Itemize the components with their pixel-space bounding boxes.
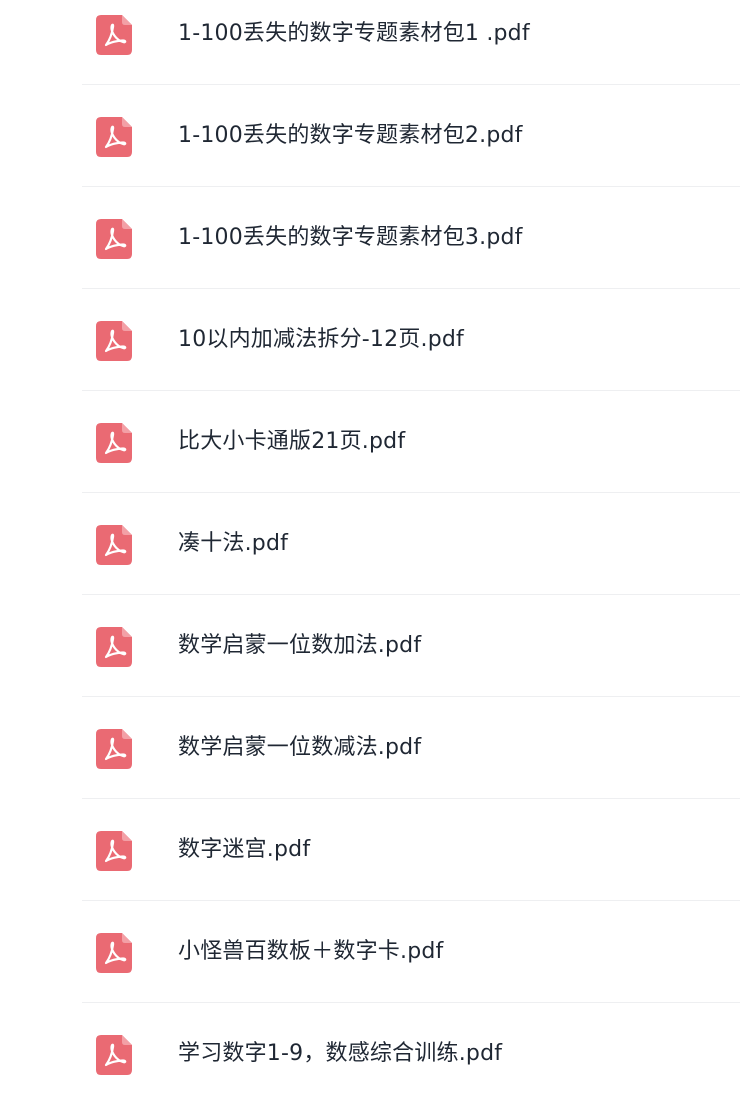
file-list: 1-100丢失的数字专题素材包1 .pdf 1-100丢失的数字专题素材包2.p… [0, 0, 740, 1105]
pdf-icon [96, 321, 132, 361]
file-name: 1-100丢失的数字专题素材包3.pdf [178, 225, 523, 250]
list-item[interactable]: 数学启蒙一位数加法.pdf [0, 595, 740, 697]
list-item[interactable]: 数学启蒙一位数减法.pdf [0, 697, 740, 799]
file-name: 10以内加减法拆分-12页.pdf [178, 327, 464, 352]
pdf-icon [96, 15, 132, 55]
pdf-icon [96, 117, 132, 157]
pdf-icon [96, 831, 132, 871]
pdf-icon [96, 1035, 132, 1075]
file-name: 1-100丢失的数字专题素材包2.pdf [178, 123, 523, 148]
file-name: 比大小卡通版21页.pdf [178, 429, 406, 454]
list-item[interactable]: 凑十法.pdf [0, 493, 740, 595]
file-name: 数字迷宫.pdf [178, 837, 311, 862]
list-item[interactable]: 10以内加减法拆分-12页.pdf [0, 289, 740, 391]
list-item[interactable]: 比大小卡通版21页.pdf [0, 391, 740, 493]
list-item[interactable]: 小怪兽百数板＋数字卡.pdf [0, 901, 740, 1003]
list-item[interactable]: 1-100丢失的数字专题素材包2.pdf [0, 85, 740, 187]
pdf-icon [96, 627, 132, 667]
pdf-icon [96, 933, 132, 973]
list-item[interactable]: 1-100丢失的数字专题素材包1 .pdf [0, 0, 740, 85]
file-name: 小怪兽百数板＋数字卡.pdf [178, 939, 444, 964]
file-name: 凑十法.pdf [178, 531, 289, 556]
file-name: 学习数字1-9，数感综合训练.pdf [178, 1041, 503, 1066]
pdf-icon [96, 219, 132, 259]
pdf-icon [96, 423, 132, 463]
file-name: 1-100丢失的数字专题素材包1 .pdf [178, 21, 530, 46]
list-item[interactable]: 数字迷宫.pdf [0, 799, 740, 901]
pdf-icon [96, 525, 132, 565]
file-name: 数学启蒙一位数减法.pdf [178, 735, 422, 760]
pdf-icon [96, 729, 132, 769]
list-item[interactable]: 1-100丢失的数字专题素材包3.pdf [0, 187, 740, 289]
file-name: 数学启蒙一位数加法.pdf [178, 633, 422, 658]
